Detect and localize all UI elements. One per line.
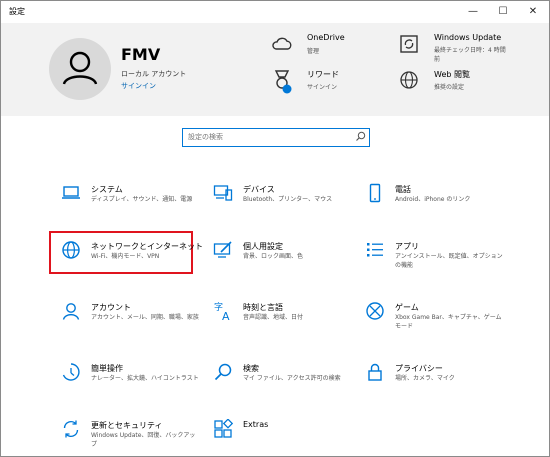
person-icon bbox=[62, 51, 98, 85]
laptop-icon bbox=[62, 186, 80, 199]
person-icon bbox=[62, 303, 80, 320]
tile-name: 更新とセキュリティ bbox=[91, 421, 163, 430]
sync-icon bbox=[63, 420, 79, 438]
tile-name: 電話 bbox=[395, 185, 411, 194]
header-item-rewards[interactable]: リワード サインイン bbox=[271, 69, 391, 97]
tile-search[interactable]: 検索 マイ ファイル、アクセス許可の検索 bbox=[205, 362, 355, 412]
lock-icon bbox=[368, 363, 382, 381]
svg-text:A: A bbox=[222, 310, 230, 321]
search-icon bbox=[214, 363, 232, 381]
header-item-desc: 推奨の設定 bbox=[434, 84, 465, 91]
tile-desc: Android、iPhone のリンク bbox=[395, 196, 471, 203]
search-input[interactable]: 設定の検索 bbox=[188, 132, 223, 142]
search-icon[interactable] bbox=[355, 131, 366, 142]
globe-icon bbox=[62, 241, 80, 259]
header-item-name: リワード bbox=[307, 70, 339, 79]
account-type: ローカル アカウント bbox=[121, 70, 187, 78]
apps-icon bbox=[367, 243, 383, 257]
header-item-desc: サインイン bbox=[307, 84, 338, 91]
header-panel: FMV ローカル アカウント サインイン OneDrive 管理 Windows… bbox=[1, 23, 549, 116]
tile-name: 時刻と言語 bbox=[243, 303, 283, 312]
tile-name: Extras bbox=[243, 420, 269, 429]
tile-name: ゲーム bbox=[395, 303, 419, 312]
tile-name: 検索 bbox=[243, 364, 259, 373]
tile-desc: Bluetooth、プリンター、マウス bbox=[243, 196, 333, 203]
tile-name: アカウント bbox=[91, 303, 131, 312]
header-item-desc: 管理 bbox=[307, 48, 320, 55]
tile-desc: 音声認識、地域、日付 bbox=[243, 314, 304, 321]
personalization-icon bbox=[213, 241, 232, 258]
tile-desc: アンインストール、既定値、オプションの機能 bbox=[395, 253, 503, 269]
tile-phone[interactable]: 電話 Android、iPhone のリンク bbox=[357, 183, 507, 233]
phone-icon bbox=[369, 183, 381, 203]
tile-gaming[interactable]: ゲーム Xbox Game Bar、キャプチャ、ゲーム モード bbox=[357, 301, 507, 351]
tile-name: ネットワークとインターネット bbox=[91, 242, 203, 251]
tile-name: デバイス bbox=[243, 185, 275, 194]
avatar[interactable] bbox=[49, 38, 111, 100]
window-title: 設定 bbox=[9, 7, 25, 16]
header-item-desc: 最終チェック日時：4 時間前 bbox=[434, 47, 506, 63]
tile-extras[interactable]: Extras bbox=[205, 419, 355, 456]
minimize-button[interactable]: — bbox=[458, 1, 488, 21]
globe-icon bbox=[400, 71, 418, 89]
header-item-windows-update[interactable]: Windows Update 最終チェック日時：4 時間前 bbox=[398, 33, 528, 67]
tile-accounts[interactable]: アカウント アカウント、メール、同期、職場、家族 bbox=[53, 301, 203, 351]
tile-time-language[interactable]: 字 A 時刻と言語 音声認識、地域、日付 bbox=[205, 301, 355, 351]
tile-network-internet[interactable]: ネットワークとインターネット Wi-Fi、機内モード、VPN bbox=[53, 240, 203, 290]
header-item-onedrive[interactable]: OneDrive 管理 bbox=[271, 33, 391, 61]
tile-desc: Xbox Game Bar、キャプチャ、ゲーム モード bbox=[395, 314, 502, 330]
tile-devices[interactable]: デバイス Bluetooth、プリンター、マウス bbox=[205, 183, 355, 233]
tile-desc: Windows Update、回復、バックアップ bbox=[91, 432, 196, 448]
tile-name: 簡単操作 bbox=[91, 364, 123, 373]
update-icon bbox=[400, 35, 418, 53]
devices-icon bbox=[213, 185, 233, 201]
settings-window: 設定 — ☐ ✕ FMV ローカル アカウント サインイン OneDrive 管… bbox=[0, 0, 550, 457]
tile-desc: Wi-Fi、機内モード、VPN bbox=[91, 253, 160, 260]
tile-desc: マイ ファイル、アクセス許可の検索 bbox=[243, 375, 341, 382]
tile-ease-of-access[interactable]: 簡単操作 ナレーター、拡大鏡、ハイコントラスト bbox=[53, 362, 203, 412]
tile-desc: 背景、ロック画面、色 bbox=[243, 253, 304, 260]
header-item-name: Web 閲覧 bbox=[434, 70, 470, 79]
title-bar: 設定 — ☐ ✕ bbox=[1, 1, 549, 23]
account-name: FMV bbox=[121, 45, 161, 64]
tile-desc: 場所、カメラ、マイク bbox=[395, 375, 455, 382]
tile-system[interactable]: システム ディスプレイ、サウンド、通知、電源 bbox=[53, 183, 203, 233]
tile-name: システム bbox=[91, 185, 123, 194]
tile-personalization[interactable]: 個人用設定 背景、ロック画面、色 bbox=[205, 240, 355, 290]
close-button[interactable]: ✕ bbox=[518, 1, 548, 21]
tile-name: 個人用設定 bbox=[243, 242, 283, 251]
extras-icon bbox=[214, 419, 233, 438]
time-language-icon: 字 A bbox=[214, 301, 230, 321]
tile-desc: アカウント、メール、同期、職場、家族 bbox=[91, 314, 199, 321]
search-box[interactable]: 設定の検索 bbox=[182, 128, 370, 147]
rewards-icon bbox=[274, 70, 292, 94]
xbox-icon bbox=[366, 302, 384, 320]
ease-of-access-icon bbox=[62, 363, 80, 381]
tile-desc: ディスプレイ、サウンド、通知、電源 bbox=[91, 196, 193, 203]
header-item-name: OneDrive bbox=[307, 33, 345, 42]
header-item-name: Windows Update bbox=[434, 33, 502, 42]
tile-name: アプリ bbox=[395, 242, 419, 251]
cloud-icon bbox=[272, 37, 292, 50]
tile-update-security[interactable]: 更新とセキュリティ Windows Update、回復、バックアップ bbox=[53, 419, 203, 456]
signin-link[interactable]: サインイン bbox=[121, 81, 156, 91]
tile-privacy[interactable]: プライバシー 場所、カメラ、マイク bbox=[357, 362, 507, 412]
tile-apps[interactable]: アプリ アンインストール、既定値、オプションの機能 bbox=[357, 240, 507, 290]
header-item-web-browsing[interactable]: Web 閲覧 推奨の設定 bbox=[398, 69, 528, 97]
tile-desc: ナレーター、拡大鏡、ハイコントラスト bbox=[91, 375, 199, 382]
tile-name: プライバシー bbox=[395, 364, 443, 373]
maximize-button[interactable]: ☐ bbox=[488, 1, 518, 21]
